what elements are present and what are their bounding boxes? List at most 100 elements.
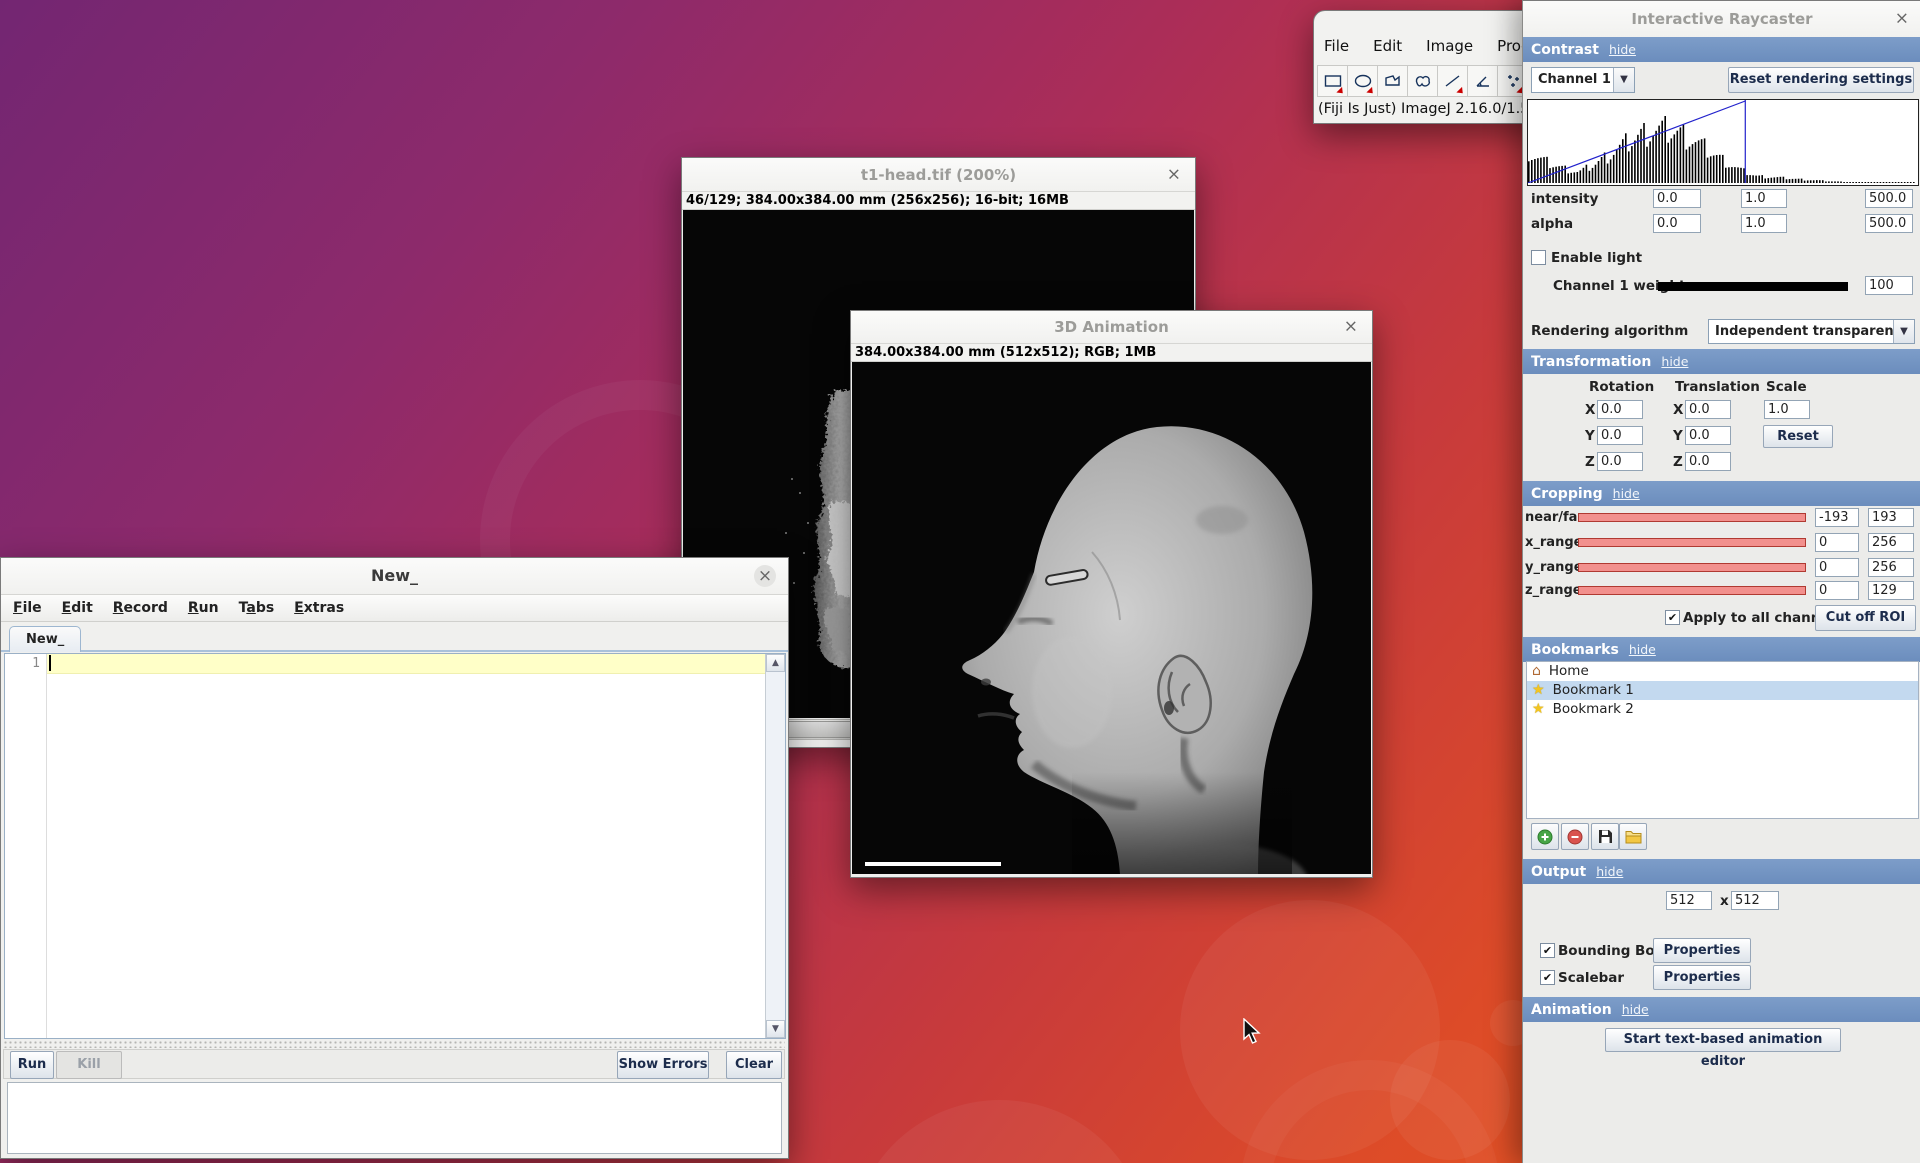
translation-y-field[interactable] — [1685, 426, 1731, 445]
chevron-down-icon[interactable]: ▼ — [1613, 68, 1634, 92]
rotation-y-field[interactable] — [1597, 426, 1643, 445]
polygon-tool-icon[interactable] — [1378, 65, 1408, 97]
yrange-slider[interactable] — [1578, 563, 1806, 572]
alpha-max-field[interactable] — [1865, 214, 1913, 233]
bounding-box-checkbox[interactable]: ✔ — [1540, 943, 1555, 958]
bookmark-list[interactable]: ⌂ Home ★ Bookmark 1 ★ Bookmark 2 — [1526, 661, 1919, 819]
reset-transform-button[interactable]: Reset — [1763, 425, 1833, 448]
editor-output-pane[interactable] — [7, 1082, 782, 1154]
close-icon[interactable]: × — [1895, 11, 1909, 28]
code-editor[interactable]: 1 ▲ ▼ — [4, 653, 786, 1039]
output-width-field[interactable] — [1666, 891, 1712, 910]
menu-file[interactable]: File — [13, 600, 42, 616]
apply-all-channels-checkbox[interactable]: ✔ — [1665, 610, 1680, 625]
hide-link[interactable]: hide — [1596, 864, 1623, 879]
code-area[interactable] — [47, 654, 765, 1038]
bounding-box-properties-button[interactable]: Properties — [1653, 938, 1751, 963]
remove-bookmark-button[interactable] — [1561, 823, 1589, 850]
close-icon[interactable]: × — [1167, 166, 1181, 183]
hide-link[interactable]: hide — [1622, 1002, 1649, 1017]
nearfar-range-slider[interactable] — [1578, 513, 1806, 522]
clear-button[interactable]: Clear — [726, 1051, 782, 1079]
scroll-up-icon[interactable]: ▲ — [766, 654, 785, 672]
zrange-max-field[interactable] — [1868, 581, 1914, 600]
xrange-slider[interactable] — [1578, 538, 1806, 547]
rectangle-tool-icon[interactable] — [1317, 65, 1348, 97]
menu-edit[interactable]: Edit — [1373, 37, 1402, 55]
start-animation-editor-button[interactable]: Start text-based animation editor — [1605, 1028, 1841, 1052]
menu-extras[interactable]: Extras — [294, 600, 344, 616]
channel-weight-slider[interactable] — [1658, 282, 1848, 291]
t1head-titlebar[interactable]: t1-head.tif (200%) × — [682, 158, 1195, 192]
anim3d-titlebar[interactable]: 3D Animation × — [851, 311, 1372, 344]
xrange-max-field[interactable] — [1868, 533, 1914, 552]
close-icon[interactable]: × — [754, 565, 776, 587]
rotation-col-label: Rotation — [1589, 379, 1654, 395]
angle-tool-icon[interactable] — [1468, 65, 1498, 97]
scroll-down-icon[interactable]: ▼ — [766, 1020, 785, 1038]
output-height-field[interactable] — [1731, 891, 1779, 910]
save-bookmarks-button[interactable] — [1591, 823, 1619, 850]
home-icon: ⌂ — [1532, 662, 1541, 681]
scale-field[interactable] — [1764, 400, 1810, 419]
alpha-min-field[interactable] — [1653, 214, 1701, 233]
translation-x-field[interactable] — [1685, 400, 1731, 419]
zrange-min-field[interactable] — [1815, 581, 1859, 600]
enable-light-checkbox[interactable] — [1531, 250, 1546, 265]
translation-z-field[interactable] — [1685, 452, 1731, 471]
fiji-menubar: File Edit Image Process — [1324, 37, 1554, 55]
reset-rendering-button[interactable]: Reset rendering settings — [1728, 67, 1914, 93]
xrange-min-field[interactable] — [1815, 533, 1859, 552]
tab-new[interactable]: New_ — [9, 626, 81, 652]
editor-window-title: New_ — [371, 566, 418, 585]
intensity-min-field[interactable] — [1653, 189, 1701, 208]
rotation-x-field[interactable] — [1597, 400, 1643, 419]
editor-titlebar[interactable]: New_ × — [1, 558, 788, 595]
add-bookmark-button[interactable] — [1531, 823, 1559, 850]
nearfar-min-field[interactable] — [1815, 508, 1859, 527]
editor-vscrollbar[interactable]: ▲ ▼ — [765, 654, 785, 1038]
anim3d-render-canvas[interactable] — [852, 362, 1371, 874]
cut-off-roi-button[interactable]: Cut off ROI — [1815, 605, 1916, 631]
bookmark-item-2[interactable]: ★ Bookmark 2 — [1527, 700, 1918, 719]
intensity-max-field[interactable] — [1865, 189, 1913, 208]
t1head-window-title: t1-head.tif (200%) — [861, 166, 1016, 184]
menu-run[interactable]: Run — [188, 600, 219, 616]
menu-image[interactable]: Image — [1426, 37, 1473, 55]
hide-link[interactable]: hide — [1661, 354, 1688, 369]
menu-edit[interactable]: Edit — [62, 600, 93, 616]
rendering-algorithm-select[interactable]: Independent transparency▼ — [1708, 319, 1915, 344]
yrange-max-field[interactable] — [1868, 558, 1914, 577]
line-tool-icon[interactable] — [1438, 65, 1468, 97]
bookmark-item-home[interactable]: ⌂ Home — [1527, 662, 1918, 681]
raycaster-titlebar[interactable]: Interactive Raycaster × — [1523, 1, 1920, 38]
menu-tabs[interactable]: Tabs — [239, 600, 275, 616]
zrange-slider[interactable] — [1578, 586, 1806, 595]
intensity-gamma-field[interactable] — [1741, 189, 1787, 208]
chevron-down-icon[interactable]: ▼ — [1893, 320, 1914, 343]
show-errors-button[interactable]: Show Errors — [617, 1051, 709, 1079]
zrange-label: z_range — [1525, 583, 1582, 598]
oval-tool-icon[interactable] — [1348, 65, 1378, 97]
load-bookmarks-button[interactable] — [1619, 823, 1647, 850]
rotation-z-field[interactable] — [1597, 452, 1643, 471]
histogram-plot[interactable] — [1527, 99, 1919, 186]
menu-record[interactable]: Record — [113, 600, 168, 616]
kill-button[interactable]: Kill — [56, 1051, 122, 1079]
pane-splitter[interactable] — [3, 1040, 785, 1048]
channel-weight-field[interactable] — [1865, 276, 1913, 295]
hide-link[interactable]: hide — [1609, 42, 1636, 57]
channel-select[interactable]: Channel 1▼ — [1531, 67, 1635, 93]
freehand-tool-icon[interactable] — [1408, 65, 1438, 97]
run-button[interactable]: Run — [10, 1051, 54, 1079]
yrange-min-field[interactable] — [1815, 558, 1859, 577]
menu-file[interactable]: File — [1324, 37, 1349, 55]
alpha-gamma-field[interactable] — [1741, 214, 1787, 233]
close-icon[interactable]: × — [1344, 319, 1358, 336]
nearfar-max-field[interactable] — [1868, 508, 1914, 527]
hide-link[interactable]: hide — [1613, 486, 1640, 501]
bookmark-item-1[interactable]: ★ Bookmark 1 — [1527, 681, 1918, 700]
scalebar-properties-button[interactable]: Properties — [1653, 965, 1751, 990]
hide-link[interactable]: hide — [1629, 642, 1656, 657]
scalebar-checkbox[interactable]: ✔ — [1540, 970, 1555, 985]
